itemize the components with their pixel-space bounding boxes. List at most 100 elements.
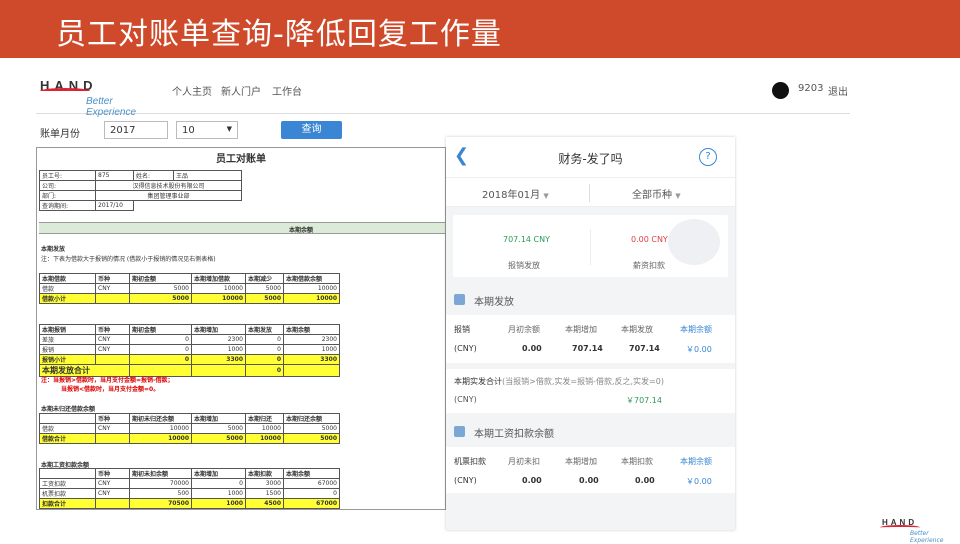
- cell: 5000: [191, 433, 246, 444]
- cell: 10000: [245, 423, 284, 434]
- red-note: 当报销<借款时，当月支付金额=0。: [61, 386, 160, 393]
- table-row: 借款 CNY 5000 10000 5000 10000: [39, 283, 340, 294]
- subtotal-row: 借款合计 10000 5000 10000 5000: [39, 433, 340, 444]
- header-cell: 本期报销: [39, 324, 96, 335]
- net-payout-block: 本期实发合计(当报销>借款,实发=报销-借款,反之,实发=0) (CNY) ￥7…: [446, 369, 735, 413]
- card-icon: [454, 426, 465, 437]
- column-header: 月初余额: [508, 325, 540, 334]
- header-cell: 币种: [95, 413, 130, 424]
- month-filter-label: 2018年01月: [482, 190, 541, 201]
- section-title: 本期发放: [474, 297, 514, 308]
- logo-swoosh-icon: [40, 88, 90, 94]
- piggy-bank-icon: [668, 219, 720, 265]
- cell: 差旅: [39, 334, 96, 345]
- info-cell: 2017/10: [95, 200, 134, 211]
- net-payout-value: ￥707.14: [626, 396, 662, 405]
- info-cell: 部门:: [39, 190, 96, 201]
- info-cell: 姓名:: [133, 170, 174, 181]
- cell: 5000: [129, 283, 192, 294]
- column-header: 本期扣款: [621, 457, 653, 466]
- header-cell: 本期余额: [283, 324, 340, 335]
- cell: CNY: [95, 488, 130, 499]
- cell: 0: [245, 344, 284, 355]
- filter-bar: 2018年01月 ▼ 全部币种 ▼: [446, 177, 735, 207]
- deduction-table: 机票扣款 月初未扣 本期增加 本期扣款 本期余额 (CNY) 0.00 0.00…: [446, 447, 735, 493]
- hand-logo[interactable]: HAND Better Experience: [40, 78, 160, 118]
- salary-deduction-table: 币种 期初未扣余额 本期增加 本期扣款 本期余额 工资扣款 CNY 70000 0 3000 67…: [39, 468, 340, 509]
- header-cell: 期初未归还余额: [129, 413, 192, 424]
- cell: 0: [129, 334, 192, 345]
- currency-filter[interactable]: 全部币种 ▼: [632, 186, 681, 201]
- header-cell: 本期增加: [191, 413, 246, 424]
- header-cell: 币种: [95, 468, 130, 479]
- column-header: 月初未扣: [508, 457, 540, 466]
- section-title: 本期工资扣款余额: [474, 429, 554, 440]
- cell: 70500: [129, 498, 192, 509]
- slide-title: 员工对账单查询-降低回复工作量: [56, 17, 502, 52]
- column-header: 本期增加: [565, 457, 597, 466]
- cell: 0: [245, 364, 284, 377]
- month-select[interactable]: 10 ▼: [176, 121, 238, 139]
- nav-home[interactable]: 个人主页: [172, 83, 212, 98]
- subtotal-row: 扣款合计 70500 1000 4500 67000: [39, 498, 340, 509]
- mobile-header: ❮ 财务-发了吗 ?: [446, 137, 735, 177]
- salary-deduction-label: 薪资扣款: [633, 261, 665, 270]
- subtotal-row: 借款小计 5000 10000 5000 10000: [39, 293, 340, 304]
- logout-link[interactable]: 退出: [828, 83, 848, 98]
- cell: 1500: [245, 488, 284, 499]
- help-icon[interactable]: ?: [699, 148, 717, 166]
- cell: 4500: [245, 498, 284, 509]
- cell: 707.14: [572, 344, 603, 353]
- cell: [95, 433, 130, 444]
- cell: ￥0.00: [686, 345, 712, 354]
- section-header: 本期工资扣款余额: [446, 417, 735, 447]
- cell: CNY: [95, 344, 130, 355]
- year-input[interactable]: 2017: [104, 121, 168, 139]
- reimbursement-paid-value: 707.14 CNY: [503, 235, 550, 244]
- reimbursement-paid-label: 报销发放: [508, 261, 540, 270]
- cell: 0: [245, 354, 284, 365]
- cell: 借款合计: [39, 433, 96, 444]
- summary-card: 707.14 CNY 报销发放 0.00 CNY 薪资扣款: [453, 215, 728, 277]
- cell: 5000: [191, 423, 246, 434]
- header-cell: 期初金额: [129, 273, 192, 284]
- nav-newcomer-portal[interactable]: 新人门户: [221, 83, 261, 98]
- chevron-down-icon: ▼: [226, 125, 232, 133]
- cell: 1000: [191, 498, 246, 509]
- info-cell: 查询期间:: [39, 200, 96, 211]
- cell: CNY: [95, 334, 130, 345]
- cell: 0: [129, 354, 192, 365]
- avatar[interactable]: [772, 82, 789, 99]
- query-button[interactable]: 查询: [281, 121, 342, 139]
- cell: 10000: [283, 293, 340, 304]
- net-payout-note: (当报销>借款,实发=报销-借款,反之,实发=0): [502, 377, 664, 386]
- section-title: 本期未归还借款余额: [41, 406, 96, 413]
- cell: 3300: [283, 354, 340, 365]
- cell: 0: [191, 478, 246, 489]
- subtotal-row: 报销小计 0 3300 0 3300: [39, 354, 340, 365]
- header-cell: 本期发放: [245, 324, 284, 335]
- cell: 2300: [283, 334, 340, 345]
- caret-down-icon: ▼: [543, 192, 549, 200]
- cell: 10000: [191, 293, 246, 304]
- cell: CNY: [95, 423, 130, 434]
- info-cell: 汉得信息技术股份有限公司: [95, 180, 242, 191]
- cell: 0.00: [522, 344, 542, 353]
- cell: 0.00: [635, 476, 655, 485]
- table-row: 报销 CNY 0 1000 0 1000: [39, 344, 340, 355]
- cell: 10000: [129, 433, 192, 444]
- cell: 5000: [245, 293, 284, 304]
- red-note: 注：当报销>借款时，当月支付金额=报销-借款；: [41, 377, 174, 384]
- month-filter[interactable]: 2018年01月 ▼: [482, 186, 549, 201]
- cell: 扣款合计: [39, 498, 96, 509]
- cell: 1000: [191, 488, 246, 499]
- reimbursement-table: 本期报销 币种 期初金额 本期增加 本期发放 本期余额 差旅 CNY 0 2300 0 2300 报…: [39, 324, 340, 377]
- net-payout-title: 本期实发合计(当报销>借款,实发=报销-借款,反之,实发=0): [454, 376, 664, 387]
- cell: 1000: [191, 344, 246, 355]
- cell: 10000: [283, 283, 340, 294]
- slide-title-bar: 员工对账单查询-降低回复工作量: [0, 0, 960, 58]
- cell: [283, 364, 340, 377]
- column-header: 报销: [454, 325, 470, 334]
- header-cell: 期初金额: [129, 324, 192, 335]
- nav-workbench[interactable]: 工作台: [272, 83, 302, 98]
